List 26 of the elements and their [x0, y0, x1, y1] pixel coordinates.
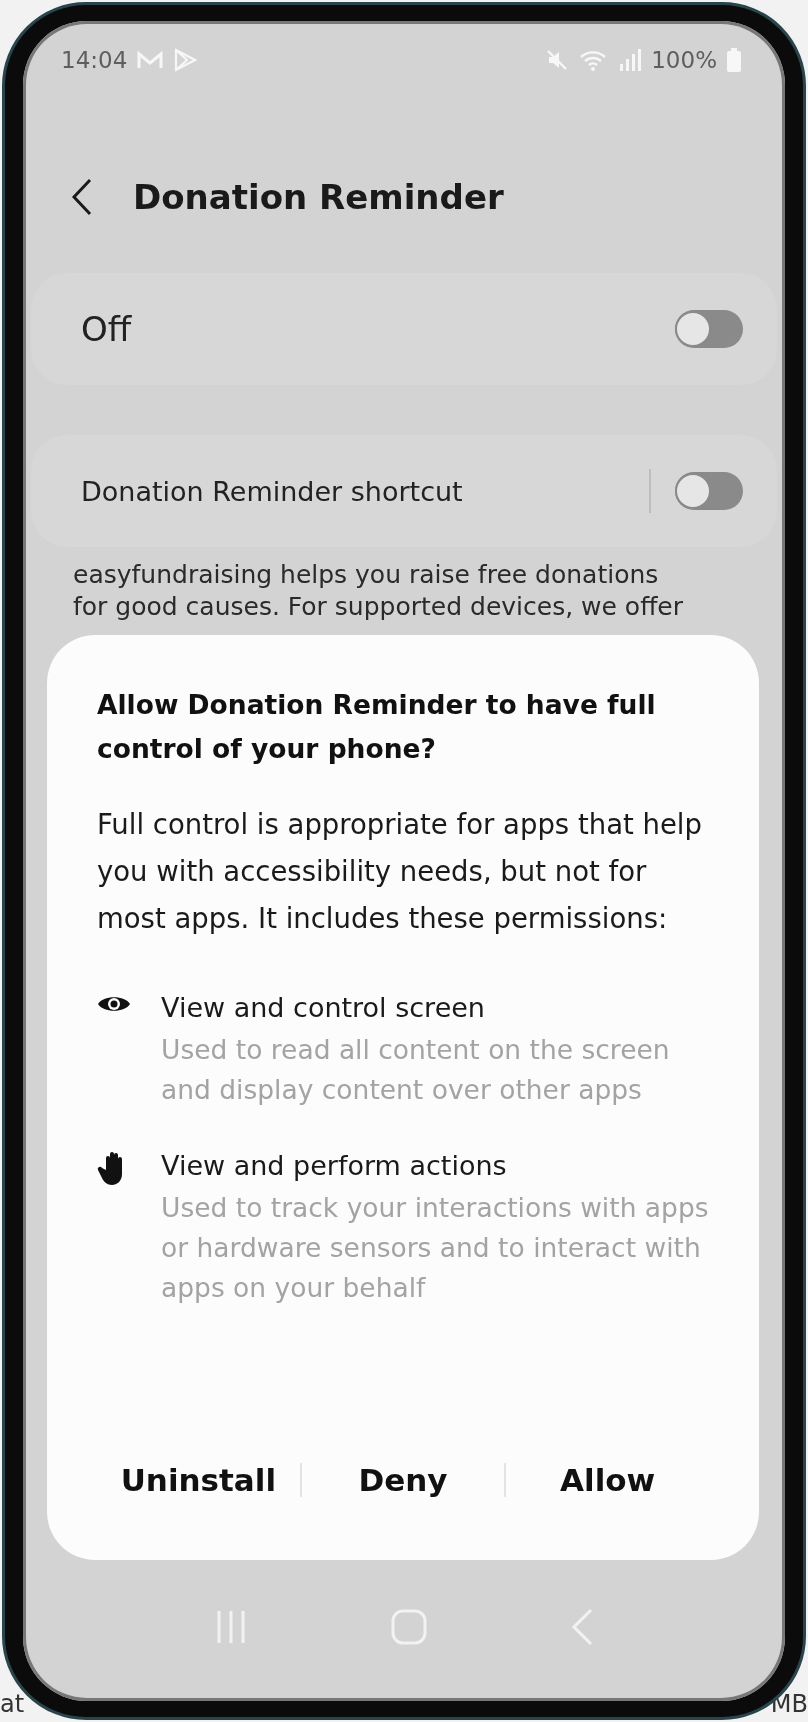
battery-percent: 100% — [651, 47, 717, 73]
setting-card[interactable]: Donation Reminder shortcut — [31, 435, 777, 547]
dialog-button[interactable]: Deny — [301, 1452, 505, 1508]
status-time: 14:04 — [61, 47, 128, 73]
permission-title: View and perform actions — [161, 1149, 508, 1183]
battery-icon — [727, 48, 741, 72]
dialog-body: Full control is appropriate for apps that help you with accessibility needs, but not for most apps. It includes these permissions: — [97, 807, 703, 936]
signal-icon — [619, 48, 642, 72]
toggle-switch[interactable] — [675, 310, 743, 348]
page-title: Donation Reminder — [133, 177, 504, 217]
background-text: at — [0, 1690, 25, 1718]
setting-label: Off — [81, 309, 133, 349]
description-text: for good causes. For supported devices, we offer — [73, 591, 684, 623]
play-store-icon — [173, 48, 198, 72]
permission-description: Used to track your interactions with apps or hardware sensors and to interact with apps on your behalf — [161, 1191, 709, 1305]
setting-label: Donation Reminder shortcut — [81, 475, 464, 507]
dialog-title: Allow Donation Reminder to have full control of your phone? — [97, 688, 657, 766]
permission-title: View and control screen — [161, 991, 486, 1025]
toggle-switch[interactable] — [675, 472, 743, 510]
description-text: easyfundraising helps you raise free donations — [73, 559, 660, 591]
permission-description: Used to read all content on the screen and display content over other apps — [161, 1033, 671, 1107]
dialog-button[interactable]: Allow — [506, 1452, 709, 1508]
mail-icon — [137, 50, 164, 70]
back-icon[interactable] — [71, 178, 93, 216]
dialog-button[interactable]: Uninstall — [97, 1452, 300, 1508]
setting-card[interactable]: Off — [31, 273, 777, 385]
